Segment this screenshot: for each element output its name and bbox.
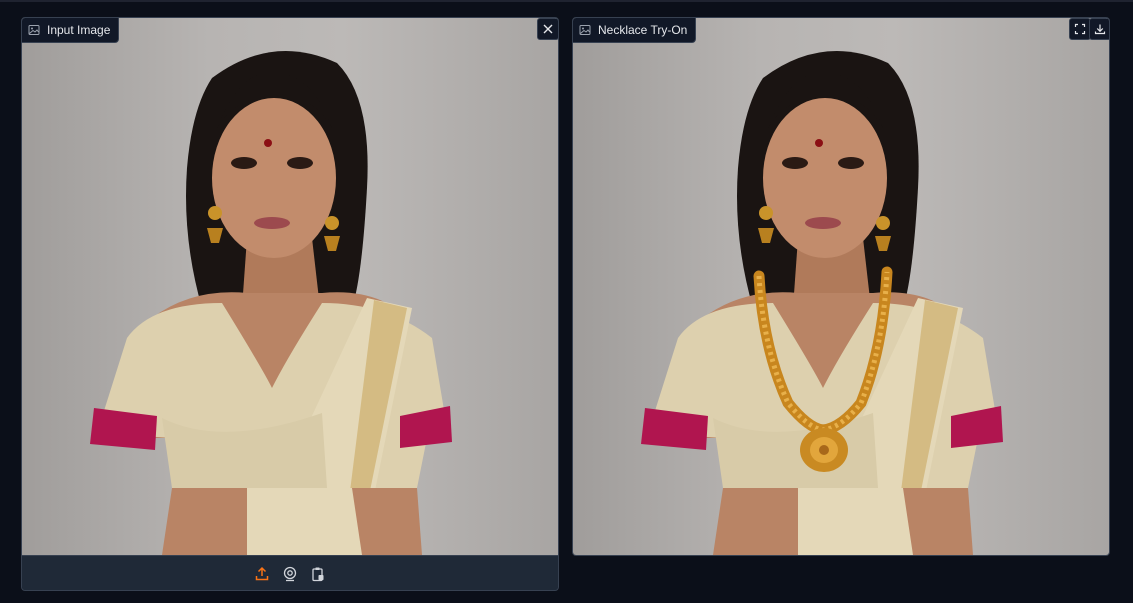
clipboard-paste-icon: [310, 566, 326, 582]
webcam-button[interactable]: [280, 564, 300, 584]
clipboard-paste-button[interactable]: [308, 564, 328, 584]
input-image-label: Input Image: [47, 23, 111, 37]
image-icon: [579, 24, 591, 36]
necklace-tryon-label-chip: Necklace Try-On: [573, 18, 697, 43]
upload-button[interactable]: [252, 564, 272, 584]
download-button[interactable]: [1089, 18, 1109, 40]
input-portrait-image: [90, 51, 452, 555]
output-image-canvas: Necklace Try-On: [573, 18, 1109, 555]
output-portrait-image: [641, 51, 1003, 555]
upload-icon: [254, 566, 270, 582]
close-icon: [542, 23, 554, 35]
top-border: [0, 0, 1133, 2]
necklace-tryon-label: Necklace Try-On: [598, 23, 688, 37]
input-image-panel[interactable]: Input Image: [21, 17, 559, 591]
webcam-icon: [282, 566, 298, 582]
input-image-canvas[interactable]: Input Image: [22, 18, 558, 555]
download-icon: [1094, 23, 1106, 35]
fullscreen-button[interactable]: [1069, 18, 1091, 40]
necklace-tryon-panel: Necklace Try-On: [572, 17, 1110, 556]
input-source-toolbar: [22, 555, 558, 590]
close-button[interactable]: [537, 18, 558, 40]
input-image-label-chip: Input Image: [22, 18, 120, 43]
image-icon: [28, 24, 40, 36]
fullscreen-icon: [1074, 23, 1086, 35]
